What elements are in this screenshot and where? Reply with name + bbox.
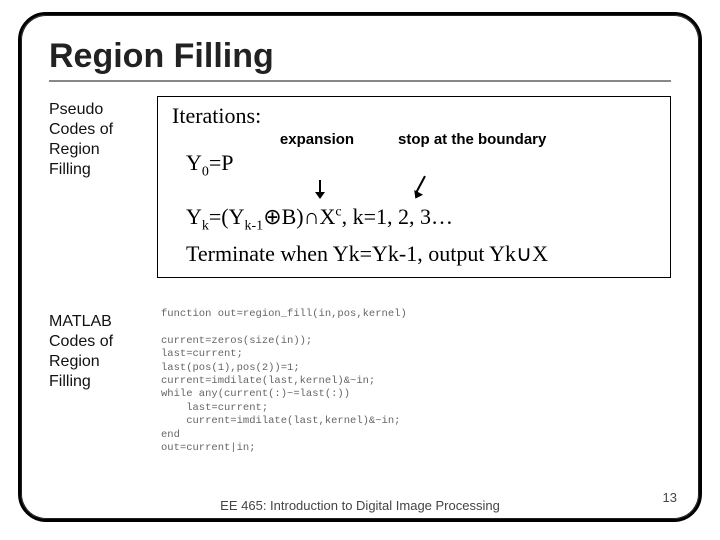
slide-title: Region Filling — [49, 37, 671, 76]
arrow-diagonal-icon — [412, 178, 442, 200]
yk-b: =(Y — [209, 204, 245, 229]
yk-a: Y — [186, 204, 202, 229]
label-expansion: expansion — [272, 131, 362, 148]
iterations-heading: Iterations: — [172, 103, 656, 129]
term-a: Terminate when Y — [186, 241, 349, 266]
slide-frame: Region Filling Pseudo Codes of Region Fi… — [18, 12, 702, 522]
term-d: ∪X — [516, 241, 548, 266]
arrow-row — [272, 184, 656, 202]
yk-c: ⊕B)∩X — [263, 204, 335, 229]
row-pseudo: Pseudo Codes of Region Filling Iteration… — [49, 96, 671, 278]
formula-terminate: Terminate when Yk=Yk-1, output Yk∪X — [186, 241, 656, 267]
formula-y0: Y0=P — [186, 150, 656, 180]
matlab-code: function out=region_fill(in,pos,kernel) … — [157, 308, 671, 456]
row-matlab: MATLAB Codes of Region Filling function … — [49, 308, 671, 456]
label-stop-boundary: stop at the boundary — [398, 131, 546, 148]
annotation-row: expansion stop at the boundary — [272, 131, 656, 148]
title-rule — [49, 80, 671, 82]
page-number: 13 — [663, 490, 677, 505]
term-c-sub: k — [505, 241, 516, 266]
y0-rhs: =P — [209, 150, 234, 175]
formula-yk: Yk=(Yk-1⊕B)∩Xc, k=1, 2, 3… — [186, 204, 656, 234]
y0-sub: 0 — [202, 164, 209, 179]
slide-footer: EE 465: Introduction to Digital Image Pr… — [21, 498, 699, 513]
yk-a-sub: k — [202, 219, 209, 234]
term-a-sub: k — [349, 241, 360, 266]
iterations-box: Iterations: expansion stop at the bounda… — [157, 96, 671, 278]
term-b-sub: k-1 — [388, 241, 417, 266]
term-b: =Y — [360, 241, 388, 266]
term-c: , output Y — [417, 241, 505, 266]
yk-b-sub: k-1 — [245, 219, 264, 234]
label-matlab-codes: MATLAB Codes of Region Filling — [49, 308, 139, 392]
label-pseudo-codes: Pseudo Codes of Region Filling — [49, 96, 139, 180]
yk-d: , k=1, 2, 3… — [342, 204, 453, 229]
y0-lhs: Y — [186, 150, 202, 175]
